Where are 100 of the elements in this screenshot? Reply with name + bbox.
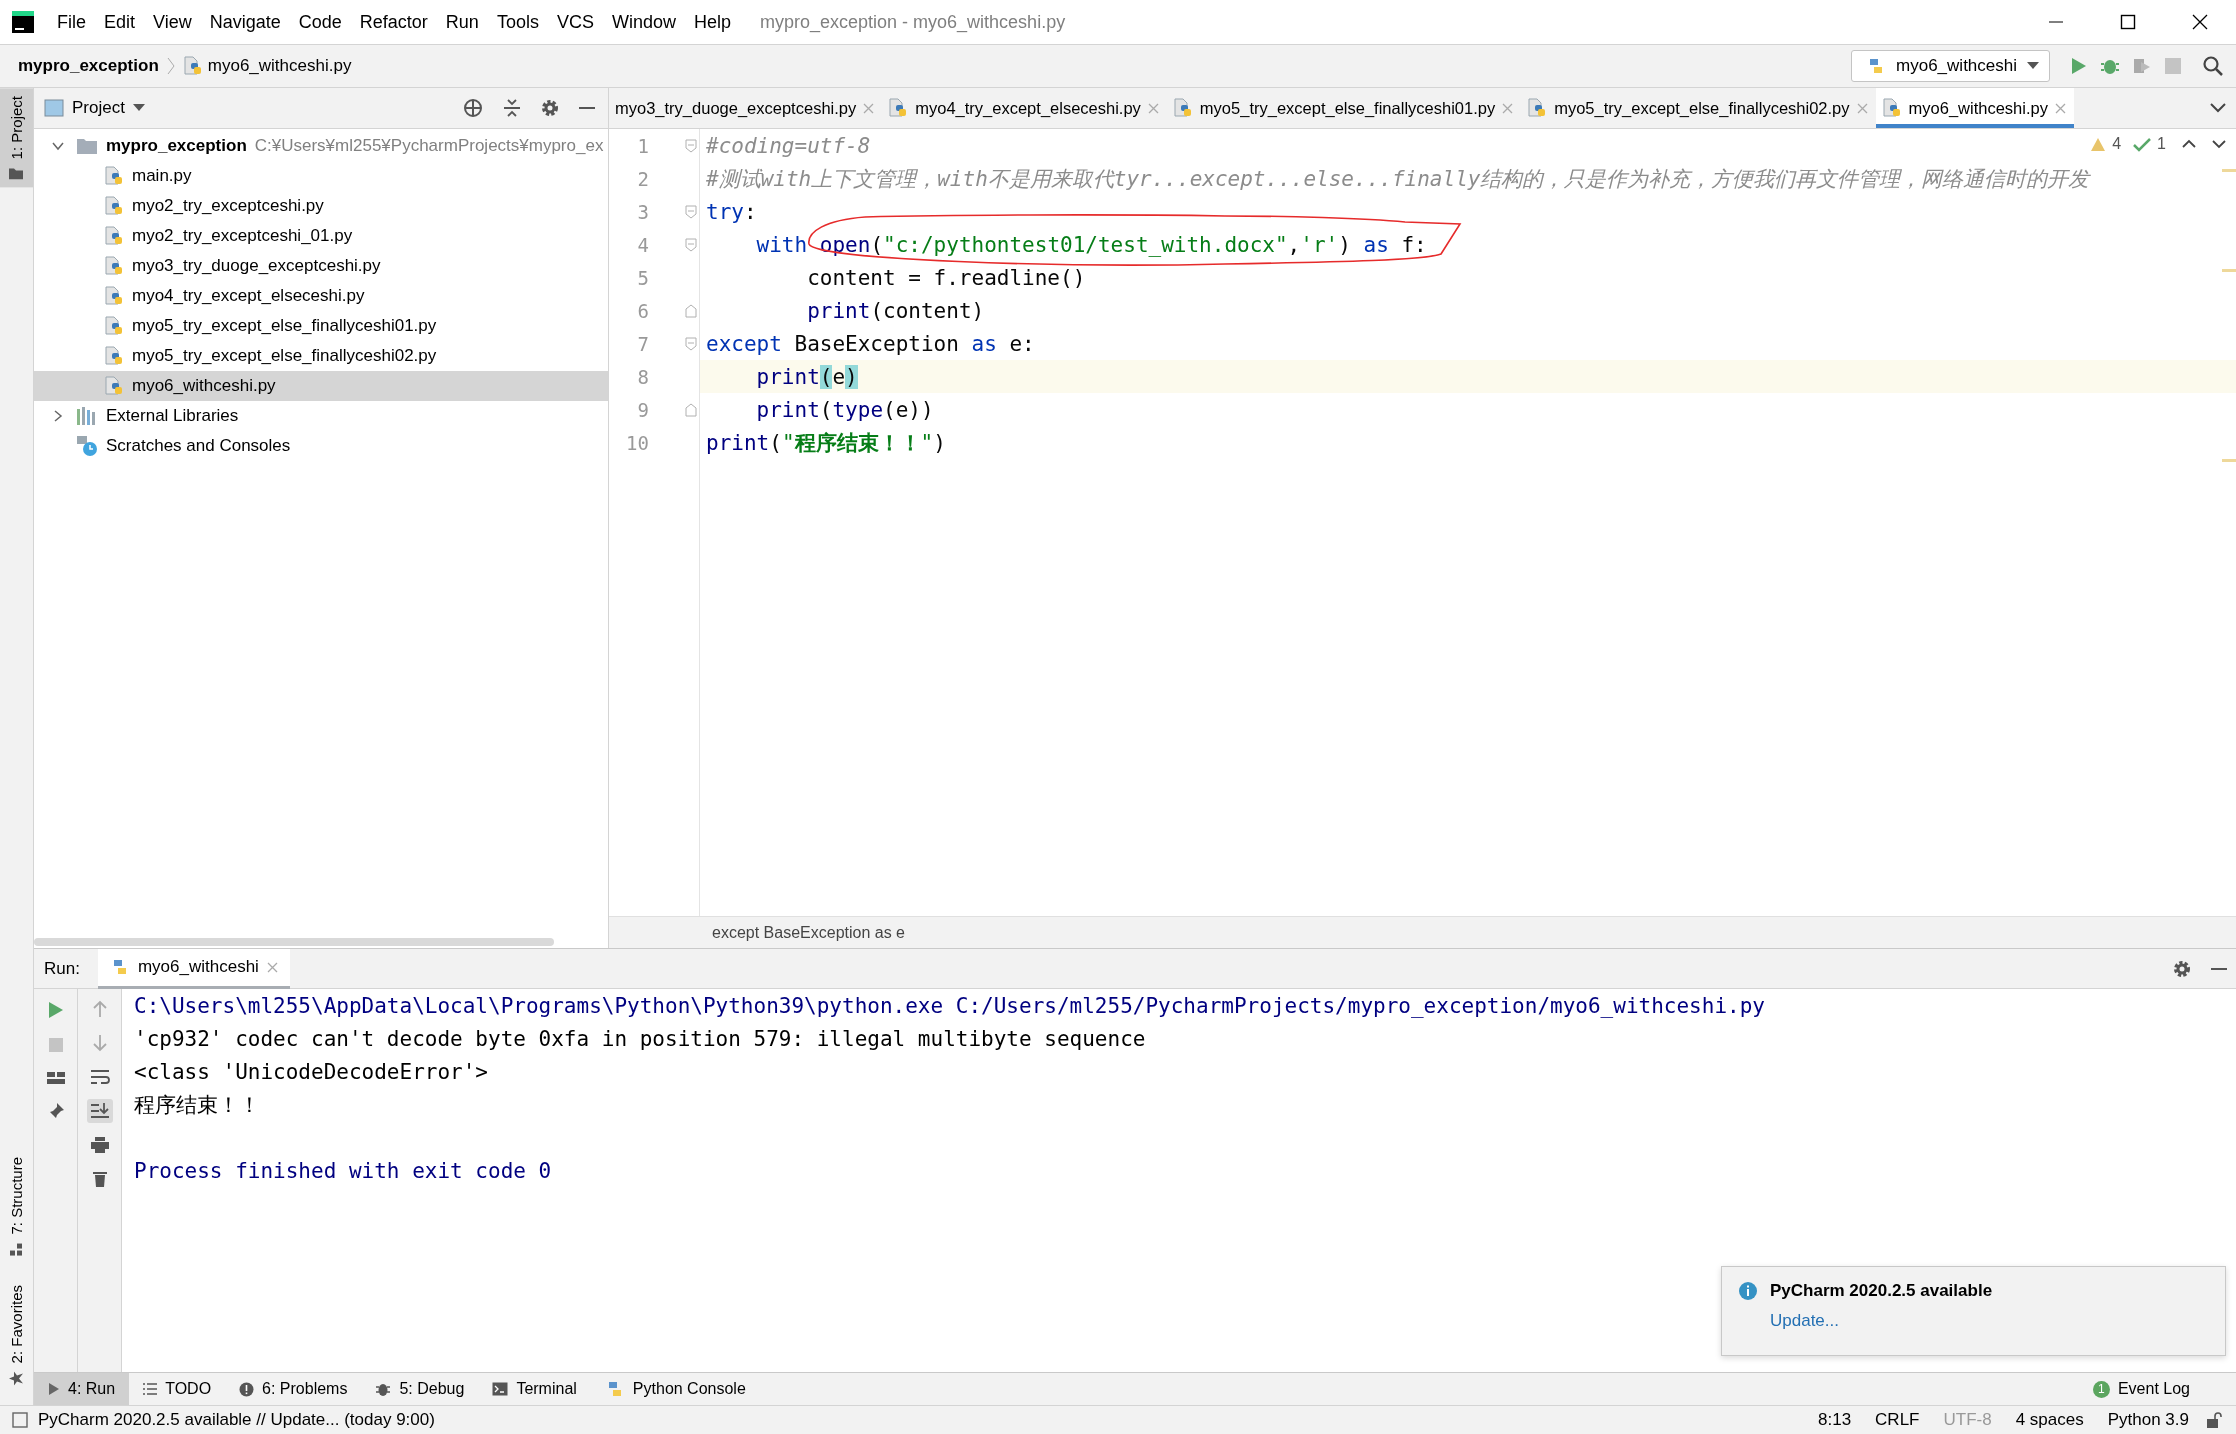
python-file-icon [104, 346, 124, 366]
tree-item[interactable]: External Libraries [106, 406, 239, 426]
menu-item[interactable]: File [48, 11, 95, 33]
run-tab[interactable]: myo6_withceshi [97, 948, 290, 989]
tool-window-tab[interactable]: TODO [129, 1372, 226, 1406]
code-line: except BaseException as e: [706, 331, 1035, 356]
status-item[interactable]: 4 spaces [2008, 1410, 2091, 1430]
tool-window-tab[interactable]: Python Console [590, 1372, 760, 1406]
tree-item[interactable]: myo2_try_exceptceshi_01.py [132, 226, 353, 246]
fold-end-icon[interactable] [685, 303, 697, 318]
menu-item[interactable]: Tools [487, 11, 548, 33]
close-icon[interactable] [1147, 102, 1159, 114]
chevron-down-icon[interactable] [2210, 103, 2226, 113]
line-number: 3 [636, 200, 649, 223]
tree-item[interactable]: mypro_exception [106, 136, 247, 156]
python-file-icon [104, 226, 124, 246]
status-item[interactable]: CRLF [1868, 1410, 1927, 1430]
editor-tab[interactable]: myo5_try_except_else_finallyceshi01.py [1166, 88, 1522, 128]
code-line: #测试with上下文管理，with不是用来取代tyr...except...else...finally结构的，只是作为补充，方便我们再文件管理，网络通信时的开发 [706, 165, 2090, 193]
line-number: 2 [636, 167, 649, 190]
scroll-to-end-button[interactable] [86, 1099, 113, 1123]
tree-item[interactable]: myo2_try_exceptceshi.py [132, 196, 324, 216]
locate-icon[interactable] [462, 97, 484, 119]
fold-marker-icon[interactable] [685, 336, 697, 351]
fold-marker-icon[interactable] [685, 237, 697, 252]
tool-window-tab[interactable]: 6: Problems [225, 1372, 362, 1406]
structure-icon [9, 1242, 24, 1257]
tree-item[interactable]: myo3_try_duoge_exceptceshi.py [132, 256, 381, 276]
python-file-icon [182, 56, 203, 76]
menu-item[interactable]: Help [684, 11, 740, 33]
scratches-icon [76, 435, 98, 457]
tool-window-tab[interactable]: 4: Run [34, 1372, 130, 1406]
close-icon[interactable] [1856, 102, 1868, 114]
python-file-icon [1527, 98, 1548, 118]
python-file-icon [104, 316, 124, 336]
event-log-tab[interactable]: Event Log [2117, 1380, 2190, 1398]
bug-icon [375, 1381, 392, 1397]
warning-icon[interactable] [2090, 136, 2107, 152]
scrollbar[interactable] [34, 938, 554, 946]
menu-item[interactable]: Refactor [350, 11, 437, 33]
settings-icon[interactable] [2172, 958, 2192, 979]
down-arrow-icon [91, 1034, 108, 1052]
tree-item[interactable]: myo5_try_except_else_finallyceshi01.py [132, 316, 437, 336]
menu-item[interactable]: Navigate [200, 11, 290, 33]
code-breadcrumb[interactable]: except BaseException as e [712, 923, 905, 942]
settings-icon[interactable] [540, 98, 560, 118]
warning-count: 4 [2112, 135, 2122, 153]
menu-item[interactable]: View [144, 11, 201, 33]
editor-tab[interactable]: myo3_try_duoge_exceptceshi.py [609, 88, 883, 128]
menu-item[interactable]: Window [602, 11, 685, 33]
fold-marker-icon[interactable] [685, 204, 697, 219]
tree-item[interactable]: myo6_withceshi.py [132, 376, 276, 396]
python-file-icon [1881, 98, 1902, 118]
scroll-down-icon [89, 1102, 110, 1120]
update-link[interactable]: Update... [1770, 1311, 1839, 1331]
code-line: try: [706, 199, 757, 224]
menu-item[interactable]: Edit [95, 11, 145, 33]
menu-item[interactable]: Run [436, 11, 488, 33]
panel-title[interactable]: Project [72, 98, 125, 118]
tree-item[interactable]: myo5_try_except_else_finallyceshi02.py [132, 346, 437, 366]
tool-window-tab[interactable]: 1: Project [0, 88, 33, 188]
panel-toggle-icon[interactable] [12, 1412, 28, 1428]
editor-tab[interactable]: myo5_try_except_else_finallyceshi02.py [1521, 88, 1876, 128]
trash-icon [91, 1170, 108, 1188]
close-icon[interactable] [863, 102, 875, 114]
menu-item[interactable]: Code [289, 11, 351, 33]
chevron-up-icon[interactable] [2182, 139, 2196, 149]
tool-window-tab[interactable]: Terminal [478, 1372, 591, 1406]
tree-item[interactable]: myo4_try_except_elseceshi.py [132, 286, 365, 306]
editor-tab[interactable]: myo4_try_except_elseceshi.py [882, 88, 1167, 128]
check-icon[interactable] [2133, 136, 2152, 152]
tree-item[interactable]: main.py [132, 166, 192, 186]
tree-item[interactable]: Scratches and Consoles [106, 436, 291, 456]
collapse-all-icon[interactable] [502, 98, 522, 118]
stop-icon [46, 1036, 65, 1054]
console-line: <class 'UnicodeDecodeError'> [134, 1058, 489, 1086]
caret-icon[interactable] [132, 104, 145, 112]
console-line: 程序结束！！ [134, 1091, 261, 1119]
python-file-icon [104, 256, 124, 276]
fold-marker-icon[interactable] [685, 138, 697, 153]
editor-tab[interactable]: myo6_withceshi.py [1875, 88, 2074, 128]
console-line: Process finished with exit code 0 [134, 1157, 553, 1185]
fold-end-icon[interactable] [685, 402, 697, 417]
run-configuration-dropdown[interactable]: myo6_withceshi [1851, 50, 2050, 82]
chevron-down-icon[interactable] [2212, 139, 2226, 149]
breadcrumb-item[interactable]: mypro_exception [18, 56, 159, 76]
status-item[interactable]: 8:13 [1811, 1410, 1859, 1430]
lock-icon[interactable] [2206, 1411, 2224, 1429]
close-icon[interactable] [266, 961, 278, 973]
tool-window-tab[interactable]: 2: Favorites [0, 1276, 33, 1393]
tool-window-tab[interactable]: 7: Structure [0, 1149, 33, 1265]
code-line: print(content) [806, 298, 985, 323]
close-icon[interactable] [1502, 102, 1514, 114]
breadcrumb-item[interactable]: myo6_withceshi.py [207, 56, 352, 76]
minimize-icon [2048, 21, 2064, 23]
close-icon[interactable] [2054, 102, 2066, 114]
status-item[interactable]: Python 3.9 [2100, 1410, 2196, 1430]
menu-item[interactable]: VCS [547, 11, 603, 33]
status-message[interactable]: PyCharm 2020.2.5 available // Update... (today 9:00) [38, 1410, 435, 1430]
tool-window-tab[interactable]: 5: Debug [361, 1372, 479, 1406]
